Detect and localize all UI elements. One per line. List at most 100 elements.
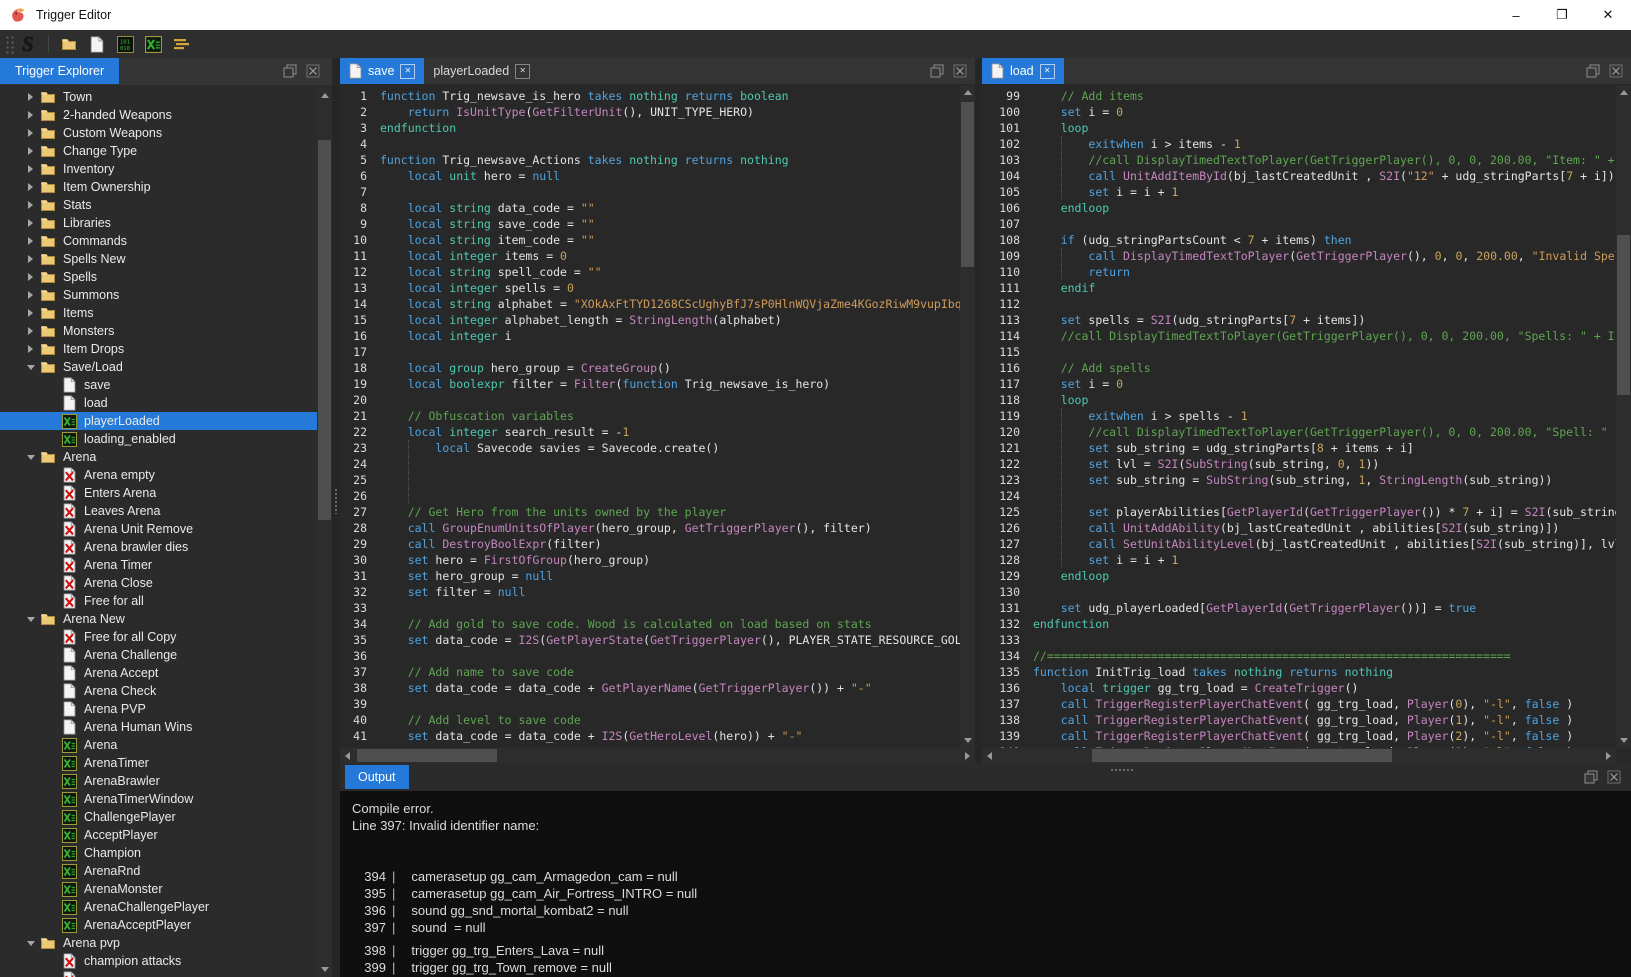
new-script-button[interactable] [142, 33, 164, 55]
scrollbar-thumb[interactable] [1092, 749, 1392, 762]
chevron-right-icon[interactable] [22, 327, 39, 335]
chevron-right-icon[interactable] [22, 165, 39, 173]
tree-item-save[interactable]: save [0, 376, 317, 394]
tree-item-enters-arena[interactable]: Enters Arena [0, 484, 317, 502]
chevron-right-icon[interactable] [22, 147, 39, 155]
close-panel-icon[interactable] [1609, 64, 1623, 83]
float-panel-icon[interactable] [930, 64, 944, 83]
tree-item-champion-attacks[interactable]: champion attacks [0, 952, 317, 970]
tab-close-icon[interactable]: ✕ [515, 64, 530, 79]
tree-item-inventory[interactable]: Inventory [0, 160, 317, 178]
chevron-right-icon[interactable] [22, 201, 39, 209]
scroll-up-button[interactable] [317, 88, 332, 103]
tab-close-icon[interactable]: ✕ [400, 64, 415, 79]
tree-item-arenabrawler[interactable]: ArenaBrawler [0, 772, 317, 790]
new-comment-button[interactable] [170, 33, 192, 55]
scroll-down-button[interactable] [1616, 733, 1631, 748]
close-panel-icon[interactable] [306, 64, 320, 83]
new-category-button[interactable] [58, 33, 80, 55]
tree-item-2-handed-weapons[interactable]: 2-handed Weapons [0, 106, 317, 124]
tab-save[interactable]: save✕ [340, 58, 424, 84]
tree-item-custom-weapons[interactable]: Custom Weapons [0, 124, 317, 142]
tree-item-town[interactable]: Town [0, 88, 317, 106]
maximize-button[interactable]: ❐ [1539, 0, 1585, 30]
tree-item-commands[interactable]: Commands [0, 232, 317, 250]
chevron-right-icon[interactable] [22, 255, 39, 263]
chevron-right-icon[interactable] [22, 345, 39, 353]
chevron-right-icon[interactable] [22, 111, 39, 119]
tree-item-arenachallengeplayer[interactable]: ArenaChallengePlayer [0, 898, 317, 916]
close-panel-icon[interactable] [953, 64, 967, 83]
editor-horizontal-scrollbar[interactable] [340, 748, 975, 763]
float-panel-icon[interactable] [1586, 64, 1600, 83]
tab-playerloaded[interactable]: playerLoaded✕ [424, 58, 539, 84]
tree-item-arena-unit-remove[interactable]: Arena Unit Remove [0, 520, 317, 538]
tree-item-free-for-all[interactable]: Free for all [0, 592, 317, 610]
tree-item-load[interactable]: load [0, 394, 317, 412]
close-panel-icon[interactable] [1607, 770, 1621, 789]
chevron-down-icon[interactable] [22, 455, 39, 460]
chevron-right-icon[interactable] [22, 129, 39, 137]
tree-item-arena[interactable]: Arena [0, 736, 317, 754]
chevron-down-icon[interactable] [22, 617, 39, 622]
toolbar-grip[interactable] [4, 34, 14, 54]
tree-item-arena-brawler-dies[interactable]: Arena brawler dies [0, 538, 317, 556]
output-log[interactable]: Compile error.Line 397: Invalid identifi… [340, 791, 1631, 977]
scrollbar-thumb[interactable] [1617, 235, 1630, 395]
scrollbar-thumb[interactable] [961, 102, 974, 267]
tree-item-arena-timer[interactable]: Arena Timer [0, 556, 317, 574]
tree-item-arena-human-wins[interactable]: Arena Human Wins [0, 718, 317, 736]
tree-item-playerloaded[interactable]: playerLoaded [0, 412, 317, 430]
trigger-tree[interactable]: Town2-handed WeaponsCustom WeaponsChange… [0, 88, 317, 977]
new-trigger-button[interactable] [86, 33, 108, 55]
scroll-up-button[interactable] [960, 85, 975, 100]
tree-item-libraries[interactable]: Libraries [0, 214, 317, 232]
editor-vertical-scrollbar[interactable] [1616, 85, 1631, 748]
chevron-right-icon[interactable] [22, 183, 39, 191]
tree-item-champion[interactable]: Champion [0, 844, 317, 862]
chevron-right-icon[interactable] [22, 273, 39, 281]
scroll-down-button[interactable] [317, 962, 332, 977]
editor-splitter[interactable] [975, 58, 982, 763]
tree-item-arena-new[interactable]: Arena New [0, 610, 317, 628]
tree-item-leaves-arena[interactable]: Leaves Arena [0, 502, 317, 520]
float-panel-icon[interactable] [1584, 770, 1598, 789]
tree-item-arena-pvp[interactable]: Arena pvp [0, 934, 317, 952]
scrollbar-thumb[interactable] [318, 140, 331, 520]
close-button[interactable]: ✕ [1585, 0, 1631, 30]
scroll-right-button[interactable] [960, 748, 975, 763]
tree-item-arena[interactable]: Arena [0, 448, 317, 466]
tree-item-arenamonster[interactable]: ArenaMonster [0, 880, 317, 898]
tree-item-arena-empty[interactable]: Arena empty [0, 466, 317, 484]
tree-item-acceptplayer[interactable]: AcceptPlayer [0, 826, 317, 844]
tree-item-item-drops[interactable]: Item Drops [0, 340, 317, 358]
tab-output[interactable]: Output [345, 765, 409, 789]
chevron-down-icon[interactable] [22, 365, 39, 370]
chevron-right-icon[interactable] [22, 219, 39, 227]
tree-item-summons[interactable]: Summons [0, 286, 317, 304]
tree-item-free-for-all-copy[interactable]: Free for all Copy [0, 628, 317, 646]
tab-close-icon[interactable]: ✕ [1040, 64, 1055, 79]
tree-item-challengeplayer[interactable]: ChallengePlayer [0, 808, 317, 826]
tree-item-item[interactable] [0, 970, 317, 977]
tree-item-save-load[interactable]: Save/Load [0, 358, 317, 376]
code-editor-save[interactable]: 1function Trig_newsave_is_hero takes not… [340, 85, 960, 752]
tree-item-items[interactable]: Items [0, 304, 317, 322]
explorer-vertical-scrollbar[interactable] [317, 88, 332, 977]
tab-load[interactable]: load✕ [982, 58, 1064, 84]
chevron-right-icon[interactable] [22, 309, 39, 317]
script-logo-icon[interactable]: S [17, 33, 39, 55]
tree-item-loading-enabled[interactable]: loading_enabled [0, 430, 317, 448]
tree-item-stats[interactable]: Stats [0, 196, 317, 214]
scroll-left-button[interactable] [982, 748, 997, 763]
chevron-down-icon[interactable] [22, 941, 39, 946]
tree-item-arena-check[interactable]: Arena Check [0, 682, 317, 700]
code-editor-load[interactable]: 99 // Add items100 set i = 0101 loop102 … [982, 85, 1616, 752]
tree-item-spells[interactable]: Spells [0, 268, 317, 286]
tree-item-arena-challenge[interactable]: Arena Challenge [0, 646, 317, 664]
tree-item-arena-pvp[interactable]: Arena PVP [0, 700, 317, 718]
scroll-down-button[interactable] [960, 733, 975, 748]
tree-item-arenatimer[interactable]: ArenaTimer [0, 754, 317, 772]
editor-vertical-scrollbar[interactable] [960, 85, 975, 748]
scroll-left-button[interactable] [340, 748, 355, 763]
